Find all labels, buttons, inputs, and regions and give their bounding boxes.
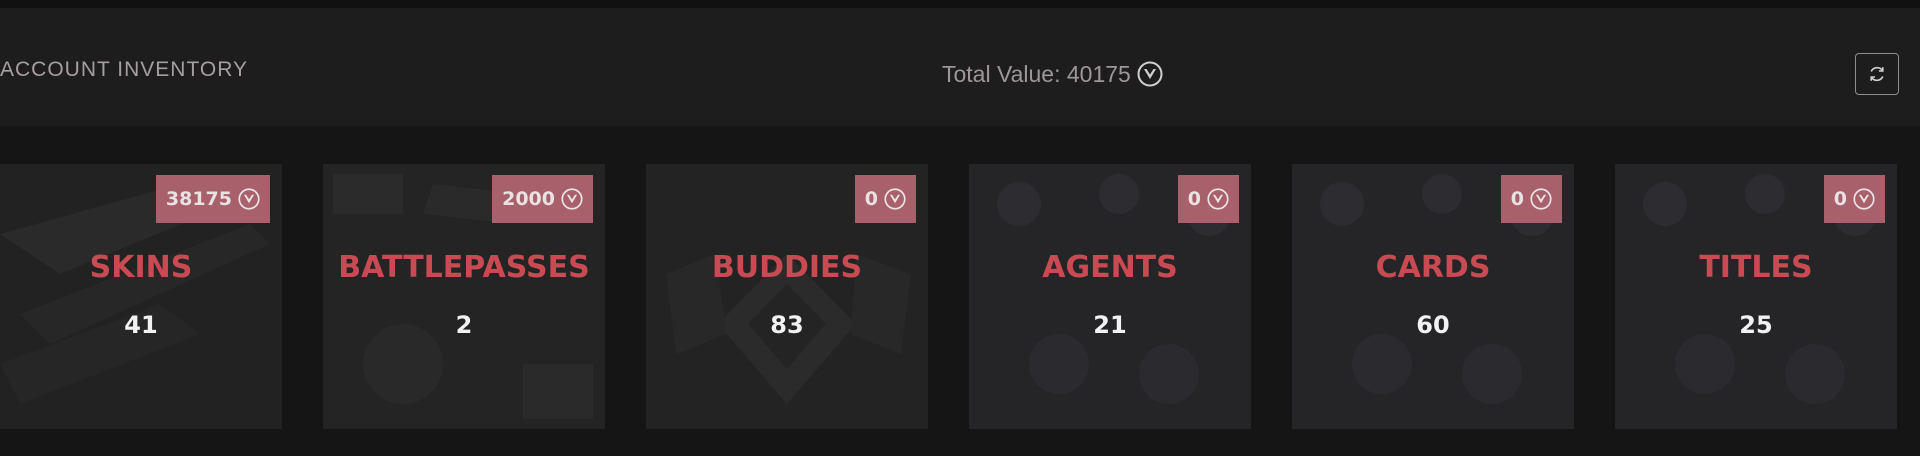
valorant-points-icon [561,188,583,210]
category-name: BATTLEPASSES [338,250,590,285]
category-name: TITLES [1699,250,1813,285]
category-value-badge: 2000 [492,175,593,223]
total-value: Total Value: 40175 [942,60,1163,88]
category-value: 0 [1187,188,1201,210]
category-count: 2 [455,311,473,339]
valorant-points-icon [884,188,906,210]
category-card-cards[interactable]: 0 CARDS 60 [1292,164,1574,429]
refresh-icon [1870,66,1884,82]
category-count: 83 [770,311,804,339]
category-count: 25 [1739,311,1773,339]
category-card-titles[interactable]: 0 TITLES 25 [1615,164,1897,429]
category-name: AGENTS [1042,250,1178,285]
category-value-badge: 0 [1177,175,1239,223]
page-title: ACCOUNT INVENTORY [0,58,249,81]
category-value: 0 [1833,188,1847,210]
category-value: 0 [864,188,878,210]
valorant-points-icon [1853,188,1875,210]
category-name: CARDS [1375,250,1491,285]
category-value-badge: 0 [854,175,916,223]
total-value-label: Total Value: 40175 [942,60,1131,87]
category-value-badge: 0 [1823,175,1885,223]
valorant-points-icon [1530,188,1552,210]
inventory-header: ACCOUNT INVENTORY Total Value: 40175 [0,8,1920,126]
category-card-buddies[interactable]: 0 BUDDIES 83 [646,164,928,429]
valorant-points-icon [1207,188,1229,210]
category-value: 2000 [502,188,555,210]
category-card-battlepasses[interactable]: 2000 BATTLEPASSES 2 [323,164,605,429]
category-card-agents[interactable]: 0 AGENTS 21 [969,164,1251,429]
top-strip [0,0,1920,8]
category-value: 38175 [165,188,232,210]
category-cards: 38175 SKINS 41 2000 BATTLEPASSES 2 0 BUD… [0,164,1920,429]
category-count: 41 [124,311,158,339]
refresh-button[interactable] [1855,53,1899,95]
category-count: 21 [1093,311,1127,339]
valorant-points-icon [1137,61,1163,87]
valorant-points-icon [238,188,260,210]
category-card-skins[interactable]: 38175 SKINS 41 [0,164,282,429]
category-name: SKINS [89,250,193,285]
category-count: 60 [1416,311,1450,339]
category-value-badge: 0 [1500,175,1562,223]
category-value-badge: 38175 [155,175,270,223]
category-name: BUDDIES [711,250,863,285]
category-value: 0 [1510,188,1524,210]
